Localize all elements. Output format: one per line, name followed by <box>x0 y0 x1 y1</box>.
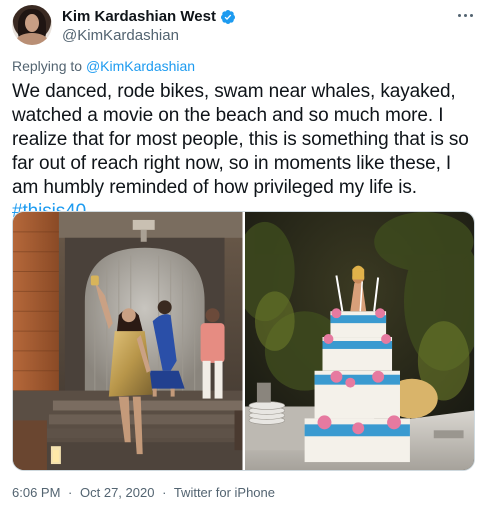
meta-separator-2: · <box>162 485 167 500</box>
photo-party-doorway[interactable] <box>13 212 243 470</box>
tweet-header: Kim Kardashian West @KimKardashian <box>12 5 475 49</box>
tweet-body: We danced, rode bikes, swam near whales,… <box>12 81 469 198</box>
replying-to: Replying to @KimKardashian <box>12 58 195 74</box>
more-options-icon[interactable] <box>455 9 475 21</box>
tweet-card[interactable]: Kim Kardashian West @KimKardashian Reply… <box>0 0 487 512</box>
verified-badge-icon <box>220 9 236 25</box>
replying-to-mention[interactable]: @KimKardashian <box>86 58 195 74</box>
meta-separator: · <box>68 485 73 500</box>
tweet-text: We danced, rode bikes, swam near whales,… <box>12 80 475 224</box>
avatar[interactable] <box>12 5 52 45</box>
tweet-meta: 6:06 PM · Oct 27, 2020 · Twitter for iPh… <box>12 485 275 500</box>
author-name-line[interactable]: Kim Kardashian West <box>62 8 236 25</box>
replying-to-label: Replying to <box>12 58 83 74</box>
photo-birthday-cake[interactable] <box>244 212 474 470</box>
tweet-time[interactable]: 6:06 PM <box>12 485 60 500</box>
author-display-name[interactable]: Kim Kardashian West <box>62 8 216 25</box>
tweet-source[interactable]: Twitter for iPhone <box>174 485 275 500</box>
media-grid <box>12 211 475 471</box>
tweet-date[interactable]: Oct 27, 2020 <box>80 485 154 500</box>
author-handle[interactable]: @KimKardashian <box>62 27 179 44</box>
